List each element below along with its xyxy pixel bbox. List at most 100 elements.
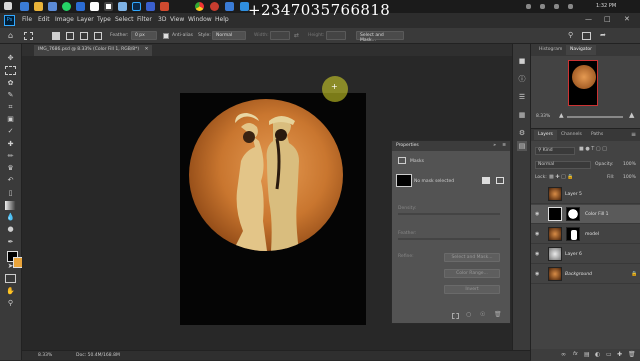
search-icon[interactable]: ⚲: [568, 31, 573, 39]
select-and-mask-button[interactable]: Select and Mask...: [444, 253, 500, 262]
opacity-value[interactable]: 100%: [623, 162, 636, 167]
menu-window[interactable]: Window: [188, 16, 212, 23]
new-layer-icon[interactable]: ✚: [617, 351, 622, 358]
intersect-selection-icon[interactable]: [94, 32, 102, 40]
layer-row-layer-5[interactable]: Layer 5: [531, 185, 640, 204]
color-range-button[interactable]: Color Range...: [444, 269, 500, 278]
tab-close-icon[interactable]: ✕: [145, 47, 149, 52]
eraser-tool-icon[interactable]: ▯: [5, 189, 16, 198]
invert-button[interactable]: Invert: [444, 285, 500, 294]
taskbar-app-icon[interactable]: [48, 2, 57, 11]
adjustments-icon[interactable]: ⚙: [517, 128, 527, 138]
menu-view[interactable]: View: [170, 16, 184, 23]
tray-icon[interactable]: [526, 4, 531, 9]
group-icon[interactable]: ▭: [606, 351, 612, 358]
marquee-tool-icon[interactable]: [5, 66, 16, 75]
feather-slider[interactable]: [398, 238, 500, 240]
apply-mask-icon[interactable]: ○: [466, 311, 471, 318]
hand-tool-icon[interactable]: ✋: [5, 287, 16, 296]
delete-layer-icon[interactable]: 🗑: [628, 351, 636, 358]
menu-type[interactable]: Type: [97, 16, 111, 23]
menu-layer[interactable]: Layer: [77, 16, 94, 23]
blur-tool-icon[interactable]: 💧: [5, 213, 16, 222]
select-and-mask-button[interactable]: Select and Mask...: [356, 31, 404, 43]
windows-start-icon[interactable]: [4, 2, 12, 10]
layer-visibility-icon[interactable]: ◉: [535, 251, 539, 257]
layer-visibility-icon[interactable]: ◉: [535, 231, 539, 237]
style-select[interactable]: Normal: [212, 31, 246, 40]
tab-paths[interactable]: Paths: [587, 130, 607, 140]
menu-select[interactable]: Select: [115, 16, 134, 23]
menu-help[interactable]: Help: [215, 16, 229, 23]
frame-tool-icon[interactable]: ▣: [5, 115, 16, 124]
taskbar-app-icon[interactable]: [90, 2, 99, 11]
zoom-in-icon[interactable]: ▲: [629, 111, 634, 119]
history-brush-tool-icon[interactable]: ↶: [5, 176, 16, 185]
navigator-thumbnail[interactable]: [568, 60, 598, 106]
add-pixel-mask-icon[interactable]: [482, 177, 490, 184]
menu-file[interactable]: File: [22, 16, 32, 23]
adjustment-layer-icon[interactable]: ◐: [595, 351, 600, 358]
feather-input[interactable]: 0 px: [131, 31, 157, 40]
link-layers-icon[interactable]: ∞: [561, 351, 566, 358]
panel-menu-icon[interactable]: ≡: [502, 143, 506, 148]
taskbar-app-icon[interactable]: [20, 2, 29, 11]
gradient-tool-icon[interactable]: [5, 201, 16, 210]
menu-image[interactable]: Image: [55, 16, 74, 23]
photoshop-taskbar-icon[interactable]: [132, 2, 141, 11]
pen-tool-icon[interactable]: ✒: [5, 238, 16, 247]
layer-row-model[interactable]: ◉ model: [531, 225, 640, 244]
zoom-level[interactable]: 8.33%: [38, 353, 52, 358]
healing-brush-tool-icon[interactable]: ✚: [5, 140, 16, 149]
height-input[interactable]: [326, 31, 346, 40]
brush-settings-icon[interactable]: ☰: [517, 92, 527, 102]
document-tab[interactable]: IMG_7686.psd @ 8.33% (Color Fill 1, RGB/…: [34, 45, 153, 56]
clock[interactable]: 1:32 PM: [596, 3, 616, 9]
filter-icons[interactable]: ■ ● T ▢ □: [579, 146, 607, 152]
properties-active-icon[interactable]: ▤: [517, 141, 527, 151]
properties-icon[interactable]: ▦: [517, 110, 527, 120]
tab-navigator[interactable]: Navigator: [566, 45, 597, 55]
taskbar-app-icon[interactable]: [76, 2, 85, 11]
workspace-icon[interactable]: [582, 32, 591, 40]
chrome-icon[interactable]: [195, 2, 204, 11]
crop-tool-icon[interactable]: ⌗: [5, 103, 16, 112]
fx-icon[interactable]: fx: [573, 351, 578, 357]
tab-histogram[interactable]: Histogram: [535, 45, 566, 55]
density-slider[interactable]: [398, 213, 500, 215]
subtract-selection-icon[interactable]: [80, 32, 88, 40]
layer-visibility-icon[interactable]: ◉: [535, 271, 539, 277]
selection-icon[interactable]: [452, 313, 459, 319]
delete-icon[interactable]: 🗑: [494, 311, 502, 318]
navigator-zoom-slider[interactable]: [567, 116, 623, 118]
clone-stamp-tool-icon[interactable]: ♛: [5, 164, 16, 173]
lock-icons[interactable]: ▩ ✚ □ 🔒: [549, 174, 574, 180]
minimize-icon[interactable]: —: [585, 15, 592, 23]
tray-icon[interactable]: [568, 4, 573, 9]
collapse-icon[interactable]: »: [493, 143, 496, 148]
taskbar-app-icon[interactable]: [104, 2, 113, 11]
menu-filter[interactable]: Filter: [137, 16, 152, 23]
taskbar-app-icon[interactable]: [210, 2, 219, 11]
filter-kind-select[interactable]: ⚲ Kind: [535, 147, 575, 155]
share-icon[interactable]: ➦: [600, 31, 606, 39]
add-selection-icon[interactable]: [66, 32, 74, 40]
taskbar-app-icon[interactable]: [225, 2, 234, 11]
marquee-preset-icon[interactable]: [24, 32, 33, 40]
menu-edit[interactable]: Edit: [38, 16, 50, 23]
taskbar-app-icon[interactable]: [160, 2, 169, 11]
whatsapp-icon[interactable]: [62, 2, 71, 11]
dodge-tool-icon[interactable]: ●: [5, 225, 16, 234]
fill-value[interactable]: 100%: [623, 175, 636, 180]
tray-icon[interactable]: [554, 4, 559, 9]
blend-mode-select[interactable]: Normal: [535, 161, 591, 169]
quick-select-tool-icon[interactable]: ✎: [5, 91, 16, 100]
zoom-out-icon[interactable]: ▲: [559, 112, 564, 119]
swap-icon[interactable]: ⇄: [294, 32, 299, 39]
move-tool-icon[interactable]: ✥: [5, 54, 16, 63]
tab-layers[interactable]: Layers: [534, 130, 557, 140]
rectangle-tool-icon[interactable]: [5, 274, 16, 283]
brush-tool-icon[interactable]: ✏: [5, 152, 16, 161]
taskbar-app-icon[interactable]: [146, 2, 155, 11]
add-mask-icon[interactable]: ▤: [584, 351, 590, 358]
